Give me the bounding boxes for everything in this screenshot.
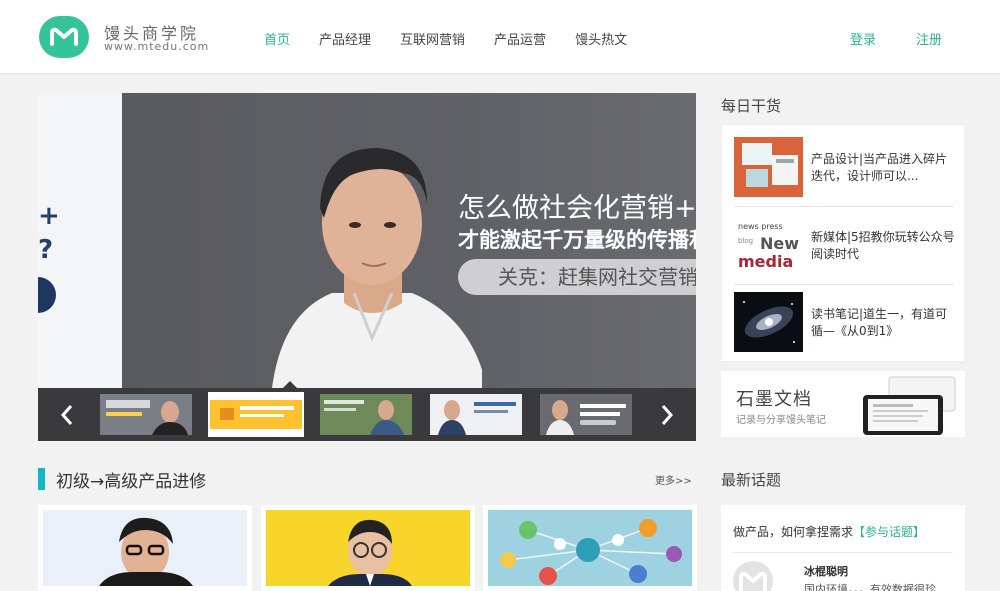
article-thumbnail: news press New media blog <box>734 215 803 275</box>
carousel-prev-button[interactable] <box>38 388 96 441</box>
course-card-3[interactable] <box>483 505 697 591</box>
topic-question[interactable]: 做产品，如何拿捏需求【参与话题】 <box>733 523 925 540</box>
brand-url: www.mtedu.com <box>104 40 210 53</box>
courses-section-header: 初级→高级产品进修 <box>38 468 207 492</box>
shimo-description: 记录与分享馒头笔记 <box>736 415 826 426</box>
daily-section-title: 每日干货 <box>721 97 782 115</box>
daily-article-2[interactable]: news press New media blog 新媒体|5招教你玩转公众号阅… <box>734 215 955 275</box>
carousel-thumb-5[interactable] <box>538 392 634 437</box>
course-card-1[interactable] <box>38 505 252 591</box>
carousel-thumb-2[interactable] <box>208 392 304 437</box>
nav-item-hot-articles[interactable]: 馒头热文 <box>575 29 627 48</box>
article-thumbnail <box>734 292 803 352</box>
svg-text:news press: news press <box>738 222 783 231</box>
topic-question-text: 做产品，如何拿捏需求 <box>733 525 854 539</box>
topic-card: 做产品，如何拿捏需求【参与话题】 冰棍聪明 国内环境。。。有效数据很珍 <box>721 505 965 591</box>
nav-item-product-operation[interactable]: 产品运营 <box>494 29 546 48</box>
section-accent-bar <box>38 468 45 490</box>
svg-text:blog: blog <box>738 237 753 245</box>
logo-icon[interactable] <box>39 16 89 58</box>
topics-section-title: 最新话题 <box>721 471 782 489</box>
hero-slide-image[interactable]: 怎么做社会化营销+内容营 才能激起千万量级的传播和分 关克：赶集网社交营销总监 <box>122 93 696 388</box>
shimo-name: 石墨文档 <box>736 389 812 410</box>
nav-item-product-manager[interactable]: 产品经理 <box>319 29 371 48</box>
course-image <box>43 510 247 586</box>
daily-articles-panel: 产品设计|当产品进入碎片迭代，设计师可以... news press New m… <box>721 124 965 362</box>
article-title: 产品设计|当产品进入碎片迭代，设计师可以... <box>811 152 948 183</box>
speaker-photo <box>272 148 482 388</box>
carousel-next-button[interactable] <box>638 388 696 441</box>
article-thumbnail <box>734 137 803 197</box>
divider <box>734 206 954 207</box>
banner-subheadline: 才能激起千万量级的传播和分 <box>458 228 696 252</box>
course-card-2[interactable] <box>261 505 475 591</box>
more-courses-link[interactable]: 更多>> <box>655 472 692 487</box>
topic-excerpt: 国内环境。。。有效数据很珍 <box>804 583 936 591</box>
banner-headline: 怎么做社会化营销+内容营 <box>458 193 696 224</box>
article-title: 新媒体|5招教你玩转公众号阅读时代 <box>811 230 955 261</box>
svg-text:New: New <box>760 234 799 253</box>
daily-article-1[interactable]: 产品设计|当产品进入碎片迭代，设计师可以... <box>734 137 954 197</box>
nav-item-home[interactable]: 首页 <box>264 29 290 48</box>
carousel-thumb-3[interactable] <box>318 392 414 437</box>
register-link[interactable]: 注册 <box>916 29 942 48</box>
banner-speaker: 关克：赶集网社交营销总监 <box>458 259 696 295</box>
divider <box>734 284 954 285</box>
article-title: 读书笔记|道生一，有道可循—《从0到1》 <box>811 307 948 338</box>
chevron-right-icon <box>661 404 674 425</box>
svg-text:media: media <box>738 252 793 271</box>
main-nav: 首页 产品经理 互联网营销 产品运营 馒头热文 <box>264 29 656 48</box>
avatar[interactable] <box>733 561 773 591</box>
carousel-thumbnails <box>38 388 696 441</box>
previous-slide-peek: + ? <box>38 93 122 388</box>
chevron-left-icon <box>60 404 73 425</box>
top-header: 馒头商学院 www.mtedu.com 首页 产品经理 互联网营销 产品运营 馒… <box>0 0 1000 74</box>
tablet-image <box>863 376 956 435</box>
hero-carousel[interactable]: + ? 怎么做社会化营销+内容营 才能激起千万量级的传播和分 关克：赶集网社交营… <box>38 93 696 441</box>
course-image <box>488 510 692 586</box>
carousel-thumb-4[interactable] <box>428 392 524 437</box>
divider <box>733 552 953 553</box>
carousel-thumb-1[interactable] <box>98 392 194 437</box>
daily-article-3[interactable]: 读书笔记|道生一，有道可循—《从0到1》 <box>734 292 954 352</box>
courses-section-title: 初级→高级产品进修 <box>56 471 207 492</box>
join-topic-link[interactable]: 【参与话题】 <box>853 525 925 539</box>
login-link[interactable]: 登录 <box>850 29 876 48</box>
shimo-docs-promo[interactable]: 石墨文档 记录与分享馒头笔记 <box>721 371 965 437</box>
nav-item-internet-marketing[interactable]: 互联网营销 <box>400 29 465 48</box>
topic-username[interactable]: 冰棍聪明 <box>804 563 848 579</box>
course-image <box>266 510 470 586</box>
active-thumb-pointer <box>283 381 297 388</box>
